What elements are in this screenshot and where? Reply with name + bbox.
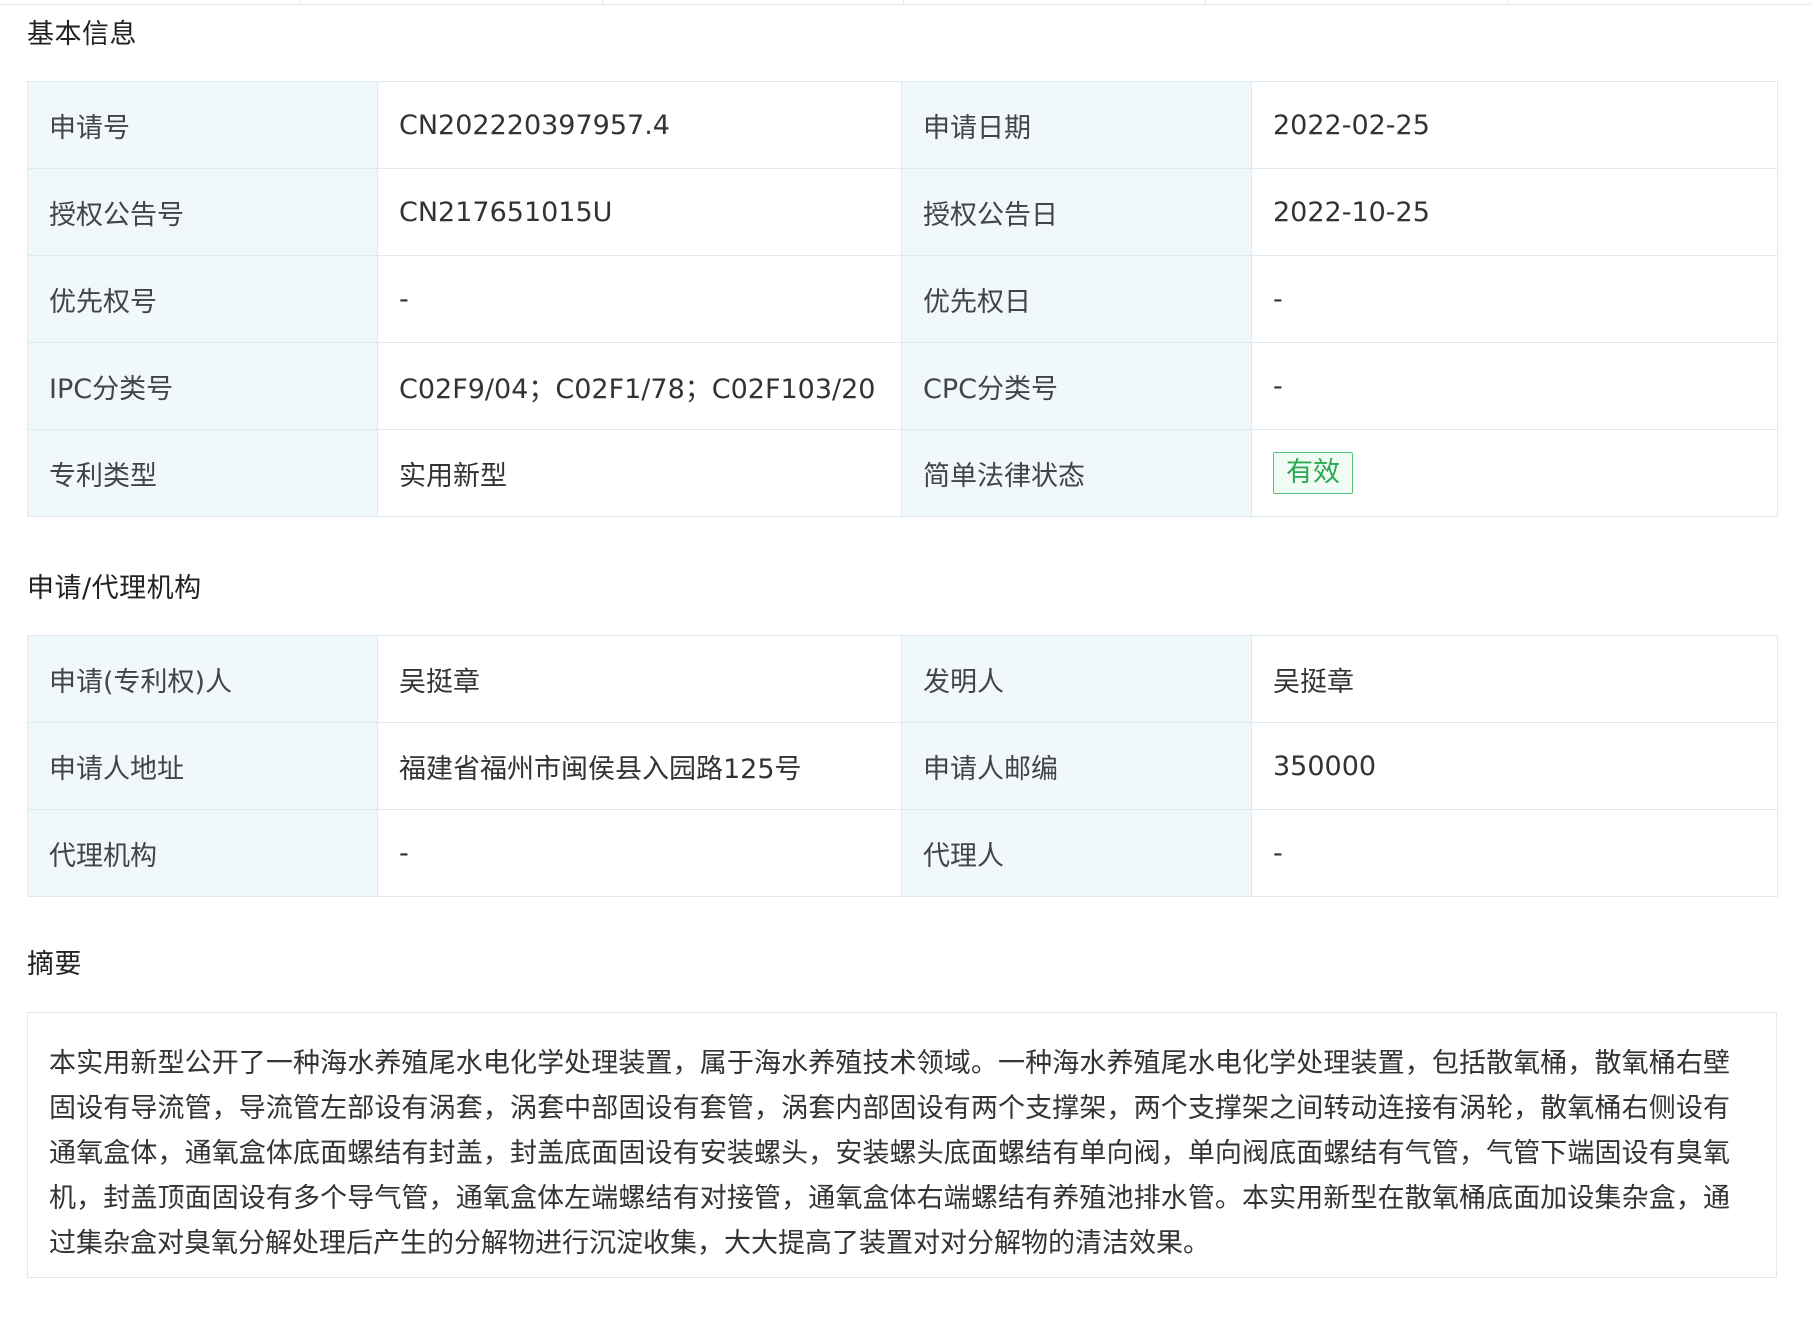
application-date-value: 2022-02-25: [1251, 81, 1778, 169]
inventor-value: 吴挺章: [1251, 635, 1778, 723]
grant-date-value: 2022-10-25: [1251, 168, 1778, 256]
ipc-classification-value: C02F9/04；C02F1/78；C02F103/20: [377, 342, 902, 430]
table-row: 专利类型 实用新型 简单法律状态 有效: [27, 429, 1778, 517]
field-label: 授权公告日: [901, 168, 1252, 256]
table-row: 申请(专利权)人 吴挺章 发明人 吴挺章: [27, 635, 1778, 723]
applicant-address-value: 福建省福州市闽侯县入园路125号: [377, 722, 902, 810]
field-label: IPC分类号: [27, 342, 378, 430]
section-title-applicant-agency: 申请/代理机构: [27, 573, 202, 604]
grant-number-value: CN217651015U: [377, 168, 902, 256]
agency-value: -: [377, 809, 902, 897]
priority-date-value: -: [1251, 255, 1778, 343]
legal-status-badge: 有效: [1273, 452, 1353, 494]
field-label: 代理机构: [27, 809, 378, 897]
section-title-abstract: 摘要: [27, 949, 82, 980]
field-label: CPC分类号: [901, 342, 1252, 430]
field-label: 优先权日: [901, 255, 1252, 343]
field-label: 申请人邮编: [901, 722, 1252, 810]
legal-status-cell: 有效: [1251, 429, 1778, 517]
table-row: IPC分类号 C02F9/04；C02F1/78；C02F103/20 CPC分…: [27, 342, 1778, 430]
basic-info-table: 申请号 CN202220397957.4 申请日期 2022-02-25 授权公…: [27, 81, 1778, 517]
field-label: 发明人: [901, 635, 1252, 723]
section-title-basic-info: 基本信息: [27, 19, 137, 50]
abstract-text: 本实用新型公开了一种海水养殖尾水电化学处理装置，属于海水养殖技术领域。一种海水养…: [27, 1012, 1777, 1278]
agent-value: -: [1251, 809, 1778, 897]
field-label: 授权公告号: [27, 168, 378, 256]
table-row: 申请人地址 福建省福州市闽侯县入园路125号 申请人邮编 350000: [27, 722, 1778, 810]
applicant-agency-table: 申请(专利权)人 吴挺章 发明人 吴挺章 申请人地址 福建省福州市闽侯县入园路1…: [27, 635, 1778, 897]
patent-type-value: 实用新型: [377, 429, 902, 517]
applicant-value: 吴挺章: [377, 635, 902, 723]
table-row: 代理机构 - 代理人 -: [27, 809, 1778, 897]
field-label: 申请号: [27, 81, 378, 169]
table-row: 申请号 CN202220397957.4 申请日期 2022-02-25: [27, 81, 1778, 169]
field-label: 申请日期: [901, 81, 1252, 169]
table-row: 授权公告号 CN217651015U 授权公告日 2022-10-25: [27, 168, 1778, 256]
cpc-classification-value: -: [1251, 342, 1778, 430]
field-label: 申请人地址: [27, 722, 378, 810]
field-label: 优先权号: [27, 255, 378, 343]
top-tab-strip: [0, 0, 1811, 5]
applicant-postcode-value: 350000: [1251, 722, 1778, 810]
priority-number-value: -: [377, 255, 902, 343]
field-label: 申请(专利权)人: [27, 635, 378, 723]
table-row: 优先权号 - 优先权日 -: [27, 255, 1778, 343]
field-label: 专利类型: [27, 429, 378, 517]
field-label: 代理人: [901, 809, 1252, 897]
field-label: 简单法律状态: [901, 429, 1252, 517]
application-number-value: CN202220397957.4: [377, 81, 902, 169]
